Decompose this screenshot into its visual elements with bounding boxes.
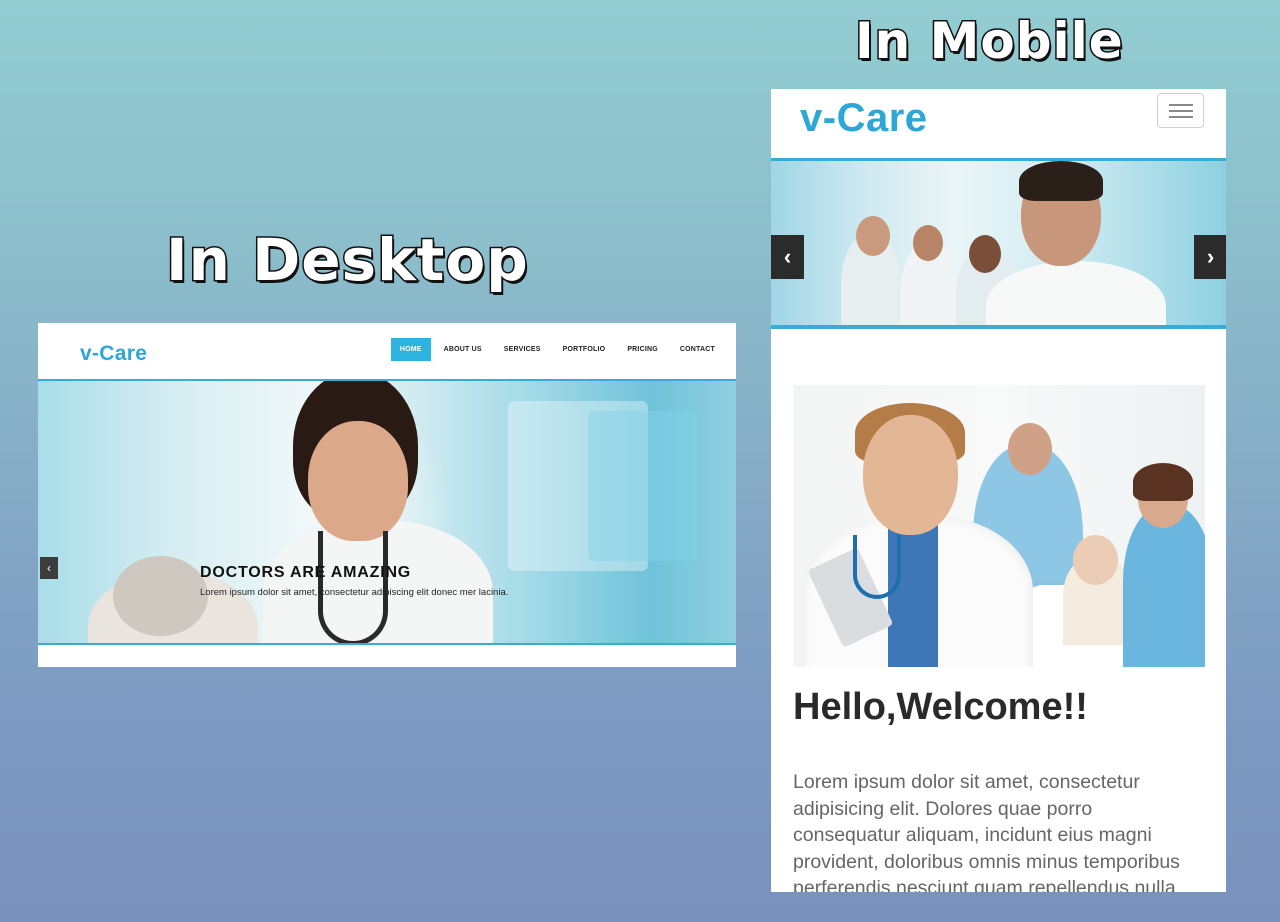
- photo-nurse-hair: [1133, 463, 1193, 501]
- hero-image-doctor-hair: [1019, 161, 1103, 201]
- welcome-image: [793, 385, 1205, 667]
- slider-caption: DOCTORS ARE AMAZING Lorem ipsum dolor si…: [200, 564, 508, 598]
- mobile-preview: v-Care ‹ › Hello,Welcome!! Lorem ipsum d…: [771, 89, 1226, 892]
- nav-item-home[interactable]: HOME: [390, 338, 431, 361]
- hero-divider: [771, 325, 1226, 329]
- slider-prev-button[interactable]: ‹: [40, 557, 58, 579]
- hero-image-window: [588, 411, 698, 561]
- hero-image-staff-head: [913, 225, 943, 261]
- mobile-title: In Mobile: [854, 11, 1125, 72]
- desktop-navbar: v-Care HOME ABOUT US SERVICES PORTFOLIO …: [38, 323, 736, 381]
- slider-caption-title: DOCTORS ARE AMAZING: [200, 564, 412, 581]
- slider-caption-text: Lorem ipsum dolor sit amet, consectetur …: [200, 587, 509, 598]
- mobile-logo[interactable]: v-Care: [800, 96, 928, 141]
- nav-item-contact[interactable]: CONTACT: [671, 338, 724, 361]
- hero-image-patient-head: [113, 556, 208, 636]
- welcome-heading: Hello,Welcome!!: [793, 686, 1088, 728]
- photo-man-head: [1008, 423, 1052, 475]
- hero-image-doctor-coat: [986, 261, 1166, 325]
- desktop-hero-slider: DOCTORS ARE AMAZING Lorem ipsum dolor si…: [38, 381, 736, 643]
- desktop-menu: HOME ABOUT US SERVICES PORTFOLIO PRICING…: [390, 338, 724, 361]
- nav-item-portfolio[interactable]: PORTFOLIO: [554, 338, 615, 361]
- mobile-slider-next-button[interactable]: ›: [1194, 235, 1226, 279]
- desktop-title: In Desktop: [165, 225, 530, 296]
- desktop-preview: v-Care HOME ABOUT US SERVICES PORTFOLIO …: [38, 323, 736, 667]
- photo-stethoscope: [853, 535, 901, 599]
- nav-item-about-us[interactable]: ABOUT US: [435, 338, 491, 361]
- photo-doctor-face: [863, 415, 958, 535]
- hero-image-staff-head: [969, 235, 1001, 273]
- hero-divider: [38, 643, 736, 645]
- desktop-logo[interactable]: v-Care: [80, 342, 147, 366]
- nav-item-services[interactable]: SERVICES: [495, 338, 550, 361]
- nav-item-pricing[interactable]: PRICING: [618, 338, 667, 361]
- hamburger-icon[interactable]: [1157, 93, 1204, 128]
- hero-image-staff-head: [856, 216, 890, 256]
- mobile-navbar: v-Care: [771, 89, 1226, 161]
- mobile-slider-prev-button[interactable]: ‹: [771, 235, 804, 279]
- mobile-hero-slider: [771, 161, 1226, 325]
- photo-nurse: [1123, 505, 1205, 667]
- photo-patient-head: [1073, 535, 1118, 585]
- hero-image-doctor-face: [308, 421, 408, 541]
- welcome-paragraph: Lorem ipsum dolor sit amet, consectetur …: [793, 771, 1180, 892]
